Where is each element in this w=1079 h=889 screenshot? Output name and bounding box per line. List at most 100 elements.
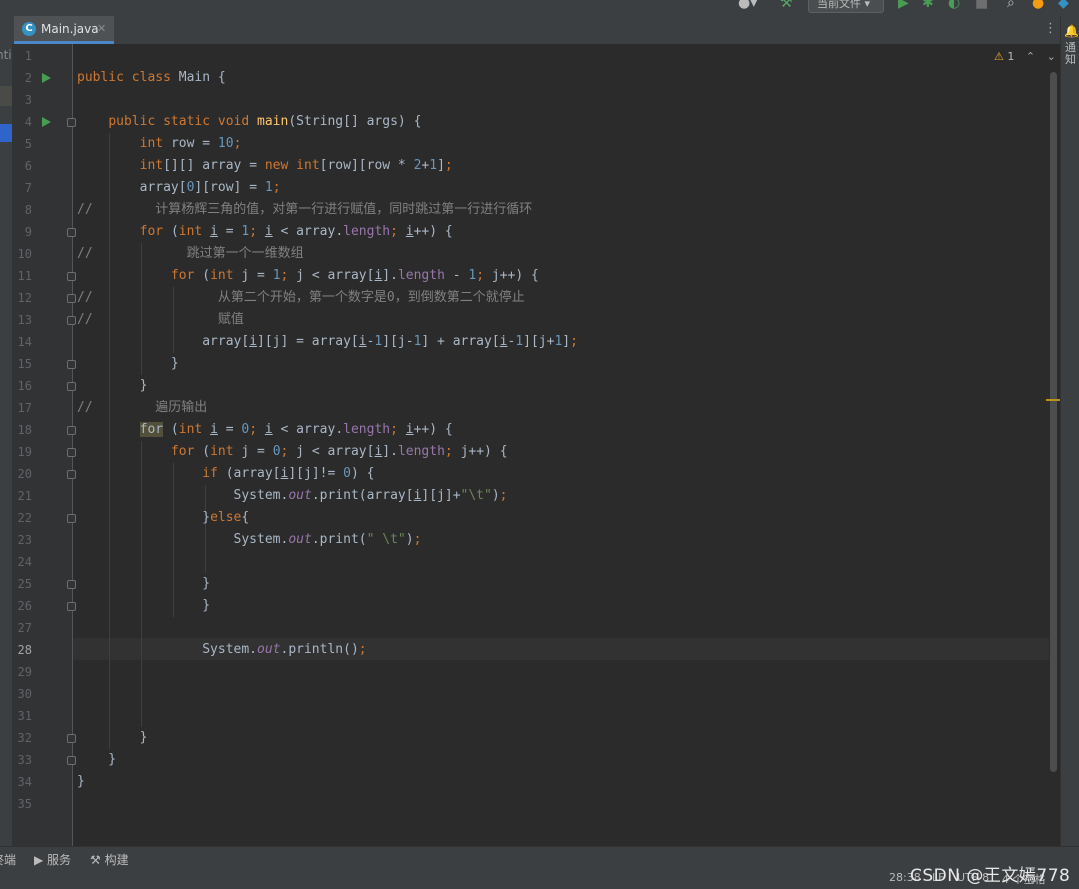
fold-marker-icon[interactable] xyxy=(67,228,76,237)
line-number[interactable]: 9 xyxy=(12,221,32,243)
code-line[interactable]: for (int j = 1; j < array[i].length - 1;… xyxy=(77,265,539,287)
coverage-icon[interactable]: ◐ xyxy=(948,0,960,12)
fold-marker-icon[interactable] xyxy=(67,514,76,523)
code-line[interactable]: } xyxy=(77,375,148,397)
line-number[interactable]: 18 xyxy=(12,419,32,441)
fold-marker-icon[interactable] xyxy=(67,580,76,589)
error-stripe-mark[interactable] xyxy=(1046,399,1060,401)
code-line[interactable]: } xyxy=(77,771,85,793)
project-tree-row-selected[interactable] xyxy=(0,124,12,142)
fold-marker-icon[interactable] xyxy=(67,360,76,369)
line-number[interactable]: 26 xyxy=(12,595,32,617)
tab-main-java[interactable]: C Main.java ✕ xyxy=(14,16,114,44)
code-editor[interactable]: 1 2 3 4 5 6 7 8 9 10 11 12 13 14 15 16 17 18 19 20 21 22 23 24 2… xyxy=(12,44,1060,846)
line-number[interactable]: 27 xyxy=(12,617,32,639)
run-configuration-select[interactable]: 当前文件 ▾ xyxy=(808,0,884,13)
fold-marker-icon[interactable] xyxy=(67,316,76,325)
code-line[interactable]: System.out.print(" \t"); xyxy=(77,529,422,551)
stop-icon[interactable]: ■ xyxy=(975,0,988,12)
code-line[interactable]: public static void main(String[] args) { xyxy=(77,111,421,133)
chevron-up-icon[interactable]: ⌃ xyxy=(1026,50,1035,63)
line-number[interactable]: 10 xyxy=(12,243,32,265)
line-number[interactable]: 33 xyxy=(12,749,32,771)
line-number[interactable]: 30 xyxy=(12,683,32,705)
code-line[interactable]: } xyxy=(77,727,148,749)
vertical-scrollbar[interactable] xyxy=(1050,72,1057,772)
code-line[interactable]: for (int i = 0; i < array.length; i++) { xyxy=(77,419,453,441)
code-line[interactable]: }else{ xyxy=(77,507,249,529)
line-number[interactable]: 8 xyxy=(12,199,32,221)
code-line[interactable]: // 遍历输出 xyxy=(77,397,207,419)
line-number[interactable]: 17 xyxy=(12,397,32,419)
line-number[interactable]: 20 xyxy=(12,463,32,485)
search-icon[interactable]: ⌕ xyxy=(1007,0,1015,12)
line-number[interactable]: 14 xyxy=(12,331,32,353)
fold-marker-icon[interactable] xyxy=(67,448,76,457)
code-line[interactable]: int[][] array = new int[row][row * 2+1]; xyxy=(77,155,453,177)
build-tool-button[interactable]: ⚒ 构建 xyxy=(90,851,129,868)
line-number[interactable]: 32 xyxy=(12,727,32,749)
run-icon[interactable]: ▶ xyxy=(898,0,909,12)
code-line[interactable]: // 从第二个开始，第一个数字是0，到倒数第二个就停止 xyxy=(77,287,525,309)
code-line[interactable]: // 计算杨辉三角的值，对第一行进行赋值，同时跳过第一行进行循环 xyxy=(77,199,532,221)
project-tree-row-highlight[interactable] xyxy=(0,86,12,106)
code-line[interactable]: array[0][row] = 1; xyxy=(77,177,281,199)
code-line[interactable]: } xyxy=(77,595,210,617)
fold-marker-icon[interactable] xyxy=(67,118,76,127)
fold-marker-icon[interactable] xyxy=(67,470,76,479)
code-line[interactable]: array[i][j] = array[i-1][j-1] + array[i-… xyxy=(77,331,578,353)
fold-marker-icon[interactable] xyxy=(67,382,76,391)
chevron-down-icon[interactable]: ⌄ xyxy=(1047,50,1056,63)
code-line[interactable]: System.out.println(); xyxy=(77,639,366,661)
line-number[interactable]: 34 xyxy=(12,771,32,793)
code-line[interactable]: public class Main { xyxy=(77,67,226,89)
services-tool-button[interactable]: ▶ 服务 xyxy=(34,851,71,868)
line-number[interactable]: 11 xyxy=(12,265,32,287)
notifications-tool-button[interactable]: 通知 xyxy=(1065,42,1077,66)
fold-marker-icon[interactable] xyxy=(67,272,76,281)
line-number[interactable]: 22 xyxy=(12,507,32,529)
code-line[interactable]: int row = 10; xyxy=(77,133,242,155)
run-gutter-icon[interactable] xyxy=(42,117,51,127)
fold-marker-icon[interactable] xyxy=(67,294,76,303)
fold-marker-icon[interactable] xyxy=(67,734,76,743)
code-line[interactable]: System.out.print(array[i][j]+"\t"); xyxy=(77,485,508,507)
editor-gutter[interactable]: 1 2 3 4 5 6 7 8 9 10 11 12 13 14 15 16 17 18 19 20 21 22 23 24 2… xyxy=(12,44,76,846)
code-line[interactable]: } xyxy=(77,749,116,771)
code-line[interactable]: for (int i = 1; i < array.length; i++) { xyxy=(77,221,453,243)
code-line[interactable]: } xyxy=(77,353,179,375)
line-number[interactable]: 5 xyxy=(12,133,32,155)
user-icon[interactable]: ●▾ xyxy=(738,0,757,12)
fold-marker-icon[interactable] xyxy=(67,602,76,611)
line-number[interactable]: 19 xyxy=(12,441,32,463)
line-number[interactable]: 12 xyxy=(12,287,32,309)
fold-marker-icon[interactable] xyxy=(67,426,76,435)
line-number[interactable]: 29 xyxy=(12,661,32,683)
line-number[interactable]: 4 xyxy=(12,111,32,133)
line-number[interactable]: 13 xyxy=(12,309,32,331)
debug-icon[interactable]: ✱ xyxy=(922,0,934,12)
run-gutter-icon[interactable] xyxy=(42,73,51,83)
code-line[interactable]: // 赋值 xyxy=(77,309,244,331)
terminal-tool-button[interactable]: 终端 xyxy=(0,851,16,868)
line-number[interactable]: 31 xyxy=(12,705,32,727)
more-vertical-icon[interactable]: ⋮ xyxy=(1044,21,1057,36)
code-line[interactable]: } xyxy=(77,573,210,595)
build-hammer-icon[interactable]: ⚒ xyxy=(780,0,793,12)
code-line[interactable]: // 跳过第一个一维数组 xyxy=(77,243,304,265)
line-number[interactable]: 3 xyxy=(12,89,32,111)
bell-icon[interactable]: 🔔 xyxy=(1064,24,1079,38)
line-number[interactable]: 16 xyxy=(12,375,32,397)
fold-marker-icon[interactable] xyxy=(67,756,76,765)
line-number[interactable]: 7 xyxy=(12,177,32,199)
line-number[interactable]: 6 xyxy=(12,155,32,177)
line-number[interactable]: 25 xyxy=(12,573,32,595)
line-number[interactable]: 21 xyxy=(12,485,32,507)
code-line[interactable]: if (array[i][j]!= 0) { xyxy=(77,463,374,485)
line-number[interactable]: 24 xyxy=(12,551,32,573)
line-number[interactable]: 35 xyxy=(12,793,32,815)
plugin-icon[interactable]: ◆ xyxy=(1058,0,1069,12)
inspections-widget[interactable]: ⚠ 1 ⌃ ⌄ xyxy=(994,50,1056,63)
line-number[interactable]: 15 xyxy=(12,353,32,375)
line-number[interactable]: 1 xyxy=(12,45,32,67)
